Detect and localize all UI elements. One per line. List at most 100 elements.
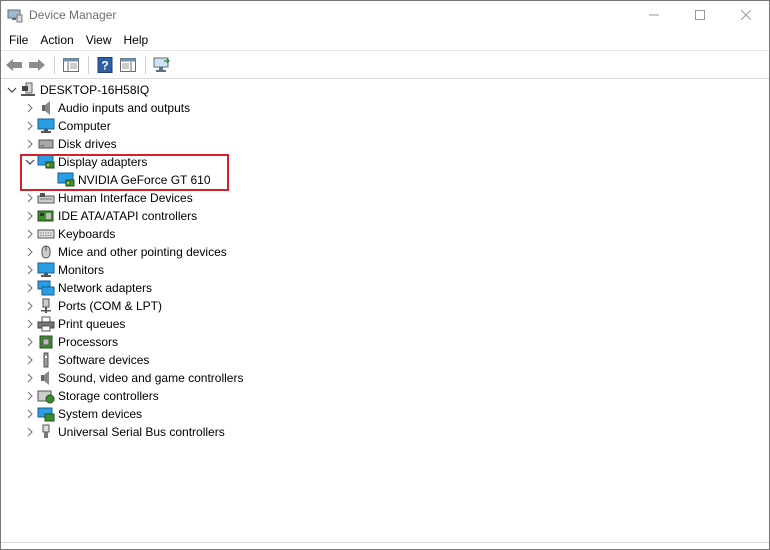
menu-file[interactable]: File [3, 29, 34, 51]
minimize-button[interactable] [631, 1, 677, 29]
tree-item-label: Universal Serial Bus controllers [58, 425, 225, 439]
tree-root-label: DESKTOP-16H58IQ [40, 83, 150, 97]
chevron-right-icon[interactable] [23, 135, 37, 153]
tree-item-human-interface-devices[interactable]: Human Interface Devices [1, 189, 769, 207]
tree-item-processors[interactable]: Processors [1, 333, 769, 351]
tree-item-disk-drives[interactable]: Disk drives [1, 135, 769, 153]
software-device-icon [37, 352, 55, 368]
menu-bar: File Action View Help [1, 29, 769, 51]
chevron-right-icon[interactable] [23, 225, 37, 243]
usb-icon [37, 424, 55, 440]
tree-root[interactable]: DESKTOP-16H58IQ [1, 81, 769, 99]
maximize-button[interactable] [677, 1, 723, 29]
tree-item-label: Computer [58, 119, 111, 133]
chevron-right-icon[interactable] [23, 423, 37, 441]
tree-item-label: Software devices [58, 353, 150, 367]
minimize-icon [649, 14, 659, 16]
toolbar-separator [54, 55, 55, 74]
forward-button[interactable] [26, 54, 48, 76]
monitor-icon [37, 262, 55, 278]
chevron-right-icon[interactable] [23, 333, 37, 351]
computer-icon [37, 118, 55, 134]
tree-item-label: Print queues [58, 317, 126, 331]
chevron-right-icon[interactable] [23, 315, 37, 333]
tree-item-ports-com-lpt[interactable]: Ports (COM & LPT) [1, 297, 769, 315]
menu-help[interactable]: Help [118, 29, 155, 51]
tree-item-audio-inputs-and-outputs[interactable]: Audio inputs and outputs [1, 99, 769, 117]
system-device-icon [37, 406, 55, 422]
chevron-right-icon[interactable] [23, 279, 37, 297]
details-view-button[interactable] [117, 54, 139, 76]
tree-item-label: Monitors [58, 263, 105, 277]
caption-buttons [631, 1, 769, 29]
chevron-right-icon[interactable] [23, 261, 37, 279]
help-button[interactable]: ? [94, 54, 116, 76]
tree-item-label: Disk drives [58, 137, 117, 151]
details-view-icon [120, 57, 136, 72]
toolbar: ? [1, 51, 769, 79]
chevron-right-icon[interactable] [23, 351, 37, 369]
tree-item-ide-ata-atapi-controllers[interactable]: IDE ATA/ATAPI controllers [1, 207, 769, 225]
computer-root-icon [19, 82, 37, 98]
scan-hardware-button[interactable] [151, 54, 173, 76]
tree-item-label: Sound, video and game controllers [58, 371, 244, 385]
tree-item-mice-and-other-pointing-devices[interactable]: Mice and other pointing devices [1, 243, 769, 261]
tree-item-label: Processors [58, 335, 119, 349]
ide-controller-icon [37, 208, 55, 224]
chevron-right-icon[interactable] [23, 297, 37, 315]
properties-pane-button[interactable] [60, 54, 82, 76]
chevron-right-icon[interactable] [23, 207, 37, 225]
tree-item-label: Keyboards [58, 227, 116, 241]
chevron-right-icon[interactable] [23, 243, 37, 261]
tree-item-label: IDE ATA/ATAPI controllers [58, 209, 198, 223]
help-icon: ? [97, 56, 113, 73]
chevron-right-icon[interactable] [23, 369, 37, 387]
tree-item-system-devices[interactable]: System devices [1, 405, 769, 423]
device-manager-app-icon [7, 7, 23, 23]
menu-view[interactable]: View [80, 29, 118, 51]
properties-pane-icon [63, 57, 79, 72]
disk-drive-icon [37, 136, 55, 152]
tree-item-label: Mice and other pointing devices [58, 245, 227, 259]
tree-item-storage-controllers[interactable]: Storage controllers [1, 387, 769, 405]
menu-action[interactable]: Action [34, 29, 79, 51]
title-bar: Device Manager [1, 1, 769, 29]
monitor-scan-icon [153, 57, 170, 72]
tree-item-keyboards[interactable]: Keyboards [1, 225, 769, 243]
storage-controller-icon [37, 388, 55, 404]
tree-item-label: Network adapters [58, 281, 153, 295]
tree-item-universal-serial-bus-controllers[interactable]: Universal Serial Bus controllers [1, 423, 769, 441]
display-adapters-highlight [20, 154, 229, 191]
close-button[interactable] [723, 1, 769, 29]
sound-icon [37, 370, 55, 386]
chevron-right-icon[interactable] [23, 405, 37, 423]
close-icon [741, 10, 751, 20]
back-button[interactable] [3, 54, 25, 76]
tree-item-computer[interactable]: Computer [1, 117, 769, 135]
toolbar-separator [145, 55, 146, 74]
chevron-right-icon[interactable] [23, 189, 37, 207]
tree-item-software-devices[interactable]: Software devices [1, 351, 769, 369]
printer-icon [37, 316, 55, 332]
device-tree: DESKTOP-16H58IQ Audio inputs and outputs… [1, 81, 769, 541]
svg-text:?: ? [101, 58, 108, 72]
tree-item-label: Human Interface Devices [58, 191, 193, 205]
tree-item-sound-video-and-game-controllers[interactable]: Sound, video and game controllers [1, 369, 769, 387]
device-manager-window: Device Manager File Action View Help ? D… [0, 0, 770, 550]
tree-item-label: System devices [58, 407, 143, 421]
back-icon [6, 58, 22, 71]
chevron-right-icon[interactable] [23, 117, 37, 135]
status-divider [1, 542, 769, 543]
tree-item-print-queues[interactable]: Print queues [1, 315, 769, 333]
tree-item-label: Storage controllers [58, 389, 159, 403]
chevron-right-icon[interactable] [23, 99, 37, 117]
network-adapter-icon [37, 280, 55, 296]
hid-icon [37, 190, 55, 206]
tree-item-network-adapters[interactable]: Network adapters [1, 279, 769, 297]
tree-item-label: Audio inputs and outputs [58, 101, 191, 115]
processor-icon [37, 334, 55, 350]
chevron-right-icon[interactable] [23, 387, 37, 405]
tree-item-monitors[interactable]: Monitors [1, 261, 769, 279]
keyboard-icon [37, 226, 55, 242]
chevron-down-icon[interactable] [5, 81, 19, 99]
